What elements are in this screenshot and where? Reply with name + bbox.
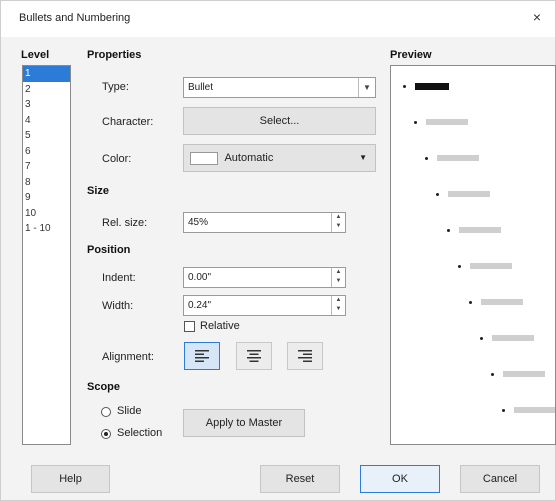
- level-item[interactable]: 2: [23, 82, 70, 98]
- preview-bullet: [458, 265, 461, 268]
- select-button-label: Select...: [259, 115, 300, 127]
- selection-label: Selection: [117, 427, 163, 439]
- close-icon[interactable]: ×: [527, 7, 547, 27]
- preview-header: Preview: [390, 49, 432, 61]
- type-label: Type:: [102, 81, 129, 93]
- preview-bullet: [447, 229, 450, 232]
- preview-bullet: [436, 193, 439, 196]
- level-list[interactable]: 1 2 3 4 5 6 7 8 9 10 1 - 10: [22, 65, 71, 445]
- character-label: Character:: [102, 116, 154, 128]
- preview-bullet: [469, 301, 472, 304]
- relative-label: Relative: [200, 320, 240, 332]
- level-item[interactable]: 6: [23, 144, 70, 160]
- width-label: Width:: [102, 300, 134, 312]
- bullets-numbering-dialog: Bullets and Numbering × Level 1234567891…: [0, 0, 556, 501]
- preview-bullet: [491, 373, 494, 376]
- apply-to-master-button[interactable]: Apply to Master: [183, 409, 305, 437]
- preview-line: [448, 191, 490, 197]
- level-item[interactable]: 10: [23, 206, 70, 222]
- scope-header: Scope: [87, 381, 121, 393]
- level-item[interactable]: 1 - 10: [23, 221, 70, 237]
- reset-button[interactable]: Reset: [260, 465, 340, 493]
- level-item[interactable]: 7: [23, 159, 70, 175]
- preview-bullet: [480, 337, 483, 340]
- properties-header: Properties: [87, 49, 142, 61]
- width-input[interactable]: 0.24" ▲ ▼: [183, 295, 346, 316]
- align-left-icon: [195, 350, 209, 362]
- chevron-down-icon: ▼: [359, 153, 367, 162]
- spin-buttons-icon[interactable]: ▲ ▼: [331, 213, 345, 232]
- cancel-label: Cancel: [482, 473, 518, 485]
- preview-bullet: [403, 85, 406, 88]
- color-dropdown[interactable]: Automatic ▼: [183, 144, 376, 172]
- preview-bullet: [425, 157, 428, 160]
- preview-line: [437, 155, 479, 161]
- indent-input[interactable]: 0.00" ▲ ▼: [183, 267, 346, 288]
- position-header: Position: [87, 244, 131, 256]
- preview-line: [459, 227, 501, 233]
- ok-button[interactable]: OK: [360, 465, 440, 493]
- title-bar: Bullets and Numbering ×: [1, 1, 555, 37]
- spin-buttons-icon[interactable]: ▲ ▼: [331, 268, 345, 287]
- align-left-button[interactable]: [184, 342, 220, 370]
- indent-label: Indent:: [102, 272, 136, 284]
- level-item[interactable]: 3: [23, 97, 70, 113]
- spin-buttons-icon[interactable]: ▲ ▼: [331, 296, 345, 315]
- preview-bullet: [414, 121, 417, 124]
- help-label: Help: [59, 473, 82, 485]
- align-center-button[interactable]: [236, 342, 272, 370]
- slide-radio[interactable]: [101, 407, 111, 417]
- help-button[interactable]: Help: [31, 465, 110, 493]
- preview-bullet: [502, 409, 505, 412]
- level-item[interactable]: 4: [23, 113, 70, 129]
- level-header: Level: [21, 49, 50, 61]
- level-item[interactable]: 5: [23, 128, 70, 144]
- preview-pane: [390, 65, 556, 445]
- color-label: Color:: [102, 153, 132, 165]
- align-right-icon: [298, 350, 312, 362]
- type-select[interactable]: Bullet ▼: [183, 77, 376, 98]
- color-swatch: [190, 151, 218, 165]
- apply-to-master-label: Apply to Master: [205, 417, 283, 429]
- select-character-button[interactable]: Select...: [183, 107, 376, 135]
- preview-line: [481, 299, 523, 305]
- rel-size-value: 45%: [188, 217, 209, 228]
- chevron-down-icon[interactable]: ▼: [358, 78, 375, 97]
- preview-line: [470, 263, 512, 269]
- dialog-title: Bullets and Numbering: [19, 12, 131, 24]
- indent-value: 0.00": [188, 272, 212, 283]
- level-item[interactable]: 9: [23, 190, 70, 206]
- preview-line: [415, 83, 449, 90]
- type-value: Bullet: [188, 82, 214, 93]
- size-header: Size: [87, 185, 110, 197]
- ok-label: OK: [392, 473, 408, 485]
- width-value: 0.24": [188, 300, 212, 311]
- color-value: Automatic: [224, 152, 274, 164]
- align-right-button[interactable]: [287, 342, 323, 370]
- align-center-icon: [247, 350, 261, 362]
- cancel-button[interactable]: Cancel: [460, 465, 540, 493]
- level-item[interactable]: 1: [23, 66, 70, 82]
- slide-label: Slide: [117, 405, 142, 417]
- rel-size-input[interactable]: 45% ▲ ▼: [183, 212, 346, 233]
- relative-checkbox[interactable]: [184, 321, 195, 332]
- selection-radio[interactable]: [101, 429, 111, 439]
- preview-line: [426, 119, 468, 125]
- preview-line: [492, 335, 534, 341]
- preview-line: [503, 371, 545, 377]
- alignment-label: Alignment:: [102, 351, 154, 363]
- rel-size-label: Rel. size:: [102, 217, 148, 229]
- preview-line: [514, 407, 555, 413]
- level-item[interactable]: 8: [23, 175, 70, 191]
- reset-label: Reset: [285, 473, 315, 485]
